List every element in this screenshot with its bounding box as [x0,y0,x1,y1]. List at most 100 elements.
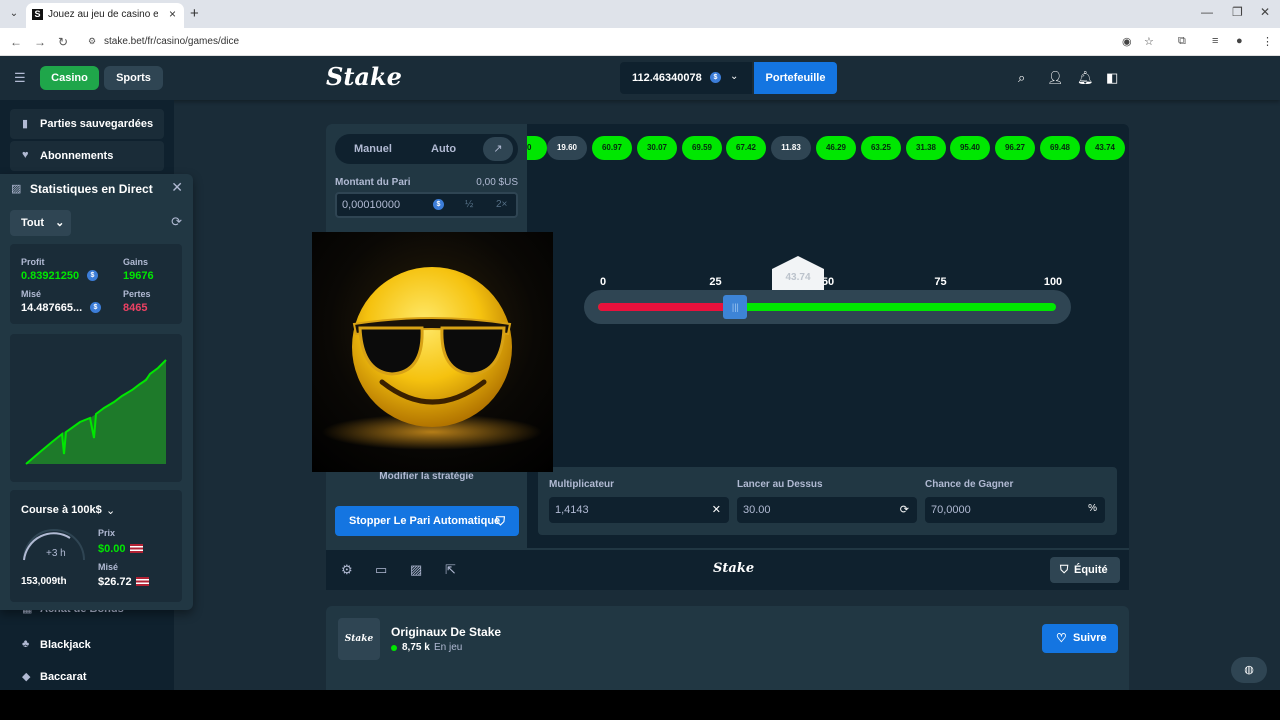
bet-usd-value: 0,00 $US [476,177,518,188]
eye-off-icon[interactable]: ◉ [1122,35,1132,48]
sidebar-item-blackjack[interactable]: ♣ Blackjack [10,630,164,660]
extensions-icon[interactable]: ⧉ [1178,35,1186,48]
menu-icon[interactable]: ☰ [14,70,26,86]
chevron-down-icon: ⌄ [730,71,739,82]
settings-icon[interactable]: ⚙ [341,562,353,578]
dice-result-value: 43.74 [785,272,811,283]
slider-handle[interactable]: ||| [723,295,748,319]
result-pill[interactable]: 69.48 [1040,136,1080,160]
tab-manual[interactable]: Manuel [354,143,392,155]
rollover-label: Lancer au Dessus [737,479,823,490]
double-button[interactable]: 2× [496,199,507,210]
sports-tab[interactable]: Sports [104,66,163,90]
originals-logo: Stake [338,618,380,660]
result-pill[interactable]: 11.83 [771,136,811,160]
shield-check-icon: ⛉ [1060,564,1069,576]
result-pill[interactable]: 31.38 [906,136,946,160]
result-pill[interactable]: 43.74 [1085,136,1125,160]
browser-tab[interactable]: S Jouez au jeu de casino en ligne × [26,3,184,28]
search-icon[interactable]: ⌕ [1018,70,1025,86]
bell-icon[interactable]: 🔔︎ [1077,70,1094,86]
theatre-mode-icon[interactable]: ▭ [375,562,387,578]
reload-icon[interactable]: ↻ [58,35,68,49]
rollover-value: 30.00 [743,504,771,516]
result-pill[interactable]: 96.27 [995,136,1035,160]
bookmark-icon: ▮ [22,118,29,130]
profile-icon[interactable]: ● [1236,35,1243,47]
originals-title[interactable]: Originaux De Stake [391,625,501,639]
heart-icon: ♥ [22,149,29,161]
result-pill[interactable]: 95.40 [950,136,990,160]
result-pill[interactable]: 63.25 [861,136,901,160]
mode-toggle: Manuel Auto ↗ [335,134,518,164]
sunglasses-emoji-svg [322,267,542,450]
coin-icon: $ [90,302,101,313]
balance-selector[interactable]: 112.46340078 $ ⌄ [620,62,752,94]
wins-label: Gains [123,257,149,267]
url-field[interactable]: ⚙ stake.bet/fr/casino/games/dice [80,31,1170,53]
bookmark-star-icon[interactable]: ☆ [1144,35,1154,48]
losses-label: Pertes [123,289,151,299]
tab-auto[interactable]: Auto [431,143,456,155]
roll-slider[interactable]: ||| [584,290,1071,324]
times-icon: ✕ [711,504,721,516]
rollover-input[interactable]: 30.00 ⟳ [737,497,917,523]
site-info-icon[interactable]: ⚙ [88,36,96,47]
forward-icon[interactable]: → [34,35,46,49]
bet-amount-value: 0,00010000 [342,199,401,211]
us-flag-icon [136,577,149,586]
user-icon[interactable]: 👤︎ [1047,70,1064,86]
scale-label: 25 [709,276,722,288]
result-pill[interactable]: 60.97 [592,136,632,160]
win-chance-input[interactable]: 70,0000 % [925,497,1105,523]
live-stats-icon[interactable]: ▨ [410,562,422,578]
back-icon[interactable]: ← [10,35,22,49]
race-widget[interactable]: Course à 100k$ ⌄ +3 h 153,009th Prix $0.… [10,490,182,602]
casino-tab[interactable]: Casino [40,66,99,90]
profit-chart [10,334,182,482]
race-wager-label: Misé [98,562,119,572]
result-pill[interactable]: 19.60 [547,136,587,160]
result-pill[interactable]: 69.59 [682,136,722,160]
follow-button[interactable]: ♡ Suivre [1042,624,1118,653]
scale-label: 0 [599,276,607,288]
refresh-icon[interactable]: ⟳ [171,214,182,230]
tab-list-chevron-icon[interactable]: ⌄ [6,6,22,22]
sidebar-item-saved[interactable]: ▮ Parties sauvegardées [10,109,164,139]
auto-strategy-icon[interactable]: ↗ [483,137,513,161]
wins-value: 19676 [123,270,154,282]
race-title: Course à 100k$ [21,504,102,516]
stop-autobet-button[interactable]: Stopper Le Pari Automatique ⛉ [335,506,519,536]
result-pill[interactable]: 46.29 [816,136,856,160]
popout-icon[interactable]: ⇱ [445,562,456,578]
sidebar-item-subscriptions[interactable]: ♥ Abonnements [10,141,164,171]
media-icon[interactable]: ≡ [1212,35,1218,47]
url-text: stake.bet/fr/casino/games/dice [104,36,240,47]
bet-amount-input[interactable]: 0,00010000 $ ½ 2× [335,192,518,218]
window-close-icon[interactable]: ✕ [1260,5,1270,19]
support-chat-icon[interactable]: ◍ [1231,657,1267,683]
swap-icon[interactable]: ⟳ [900,503,909,516]
stats-filter-dropdown[interactable]: Tout ⌄ [10,210,71,236]
restore-icon[interactable]: ❐ [1232,5,1243,19]
sidebar-item-baccarat[interactable]: ◆ Baccarat [10,662,164,690]
wallet-button[interactable]: Portefeuille [754,62,837,94]
result-pill[interactable]: 30.07 [637,136,677,160]
slider-lose-zone [598,303,736,311]
stats-title: Statistiques en Direct [30,182,153,196]
result-pill[interactable]: 67.42 [726,136,766,160]
sidebar-item-label: Abonnements [40,150,114,162]
new-tab-icon[interactable]: + [190,5,199,22]
multiplier-input[interactable]: 1,4143 ✕ [549,497,729,523]
fairness-button[interactable]: ⛉ Équité [1050,557,1120,583]
minimize-icon[interactable]: — [1201,5,1213,19]
chevron-down-icon: ⌄ [106,505,116,517]
chat-panel-icon[interactable]: ◧ [1106,70,1118,86]
close-icon[interactable]: ✕ [171,179,183,196]
stake-logo[interactable]: Stake [326,62,402,91]
half-button[interactable]: ½ [465,199,473,210]
tab-favicon-icon: S [32,9,43,20]
result-pill[interactable]: 60 [527,136,547,160]
browser-menu-icon[interactable]: ⋮ [1262,35,1273,48]
tab-close-icon[interactable]: × [169,7,176,21]
